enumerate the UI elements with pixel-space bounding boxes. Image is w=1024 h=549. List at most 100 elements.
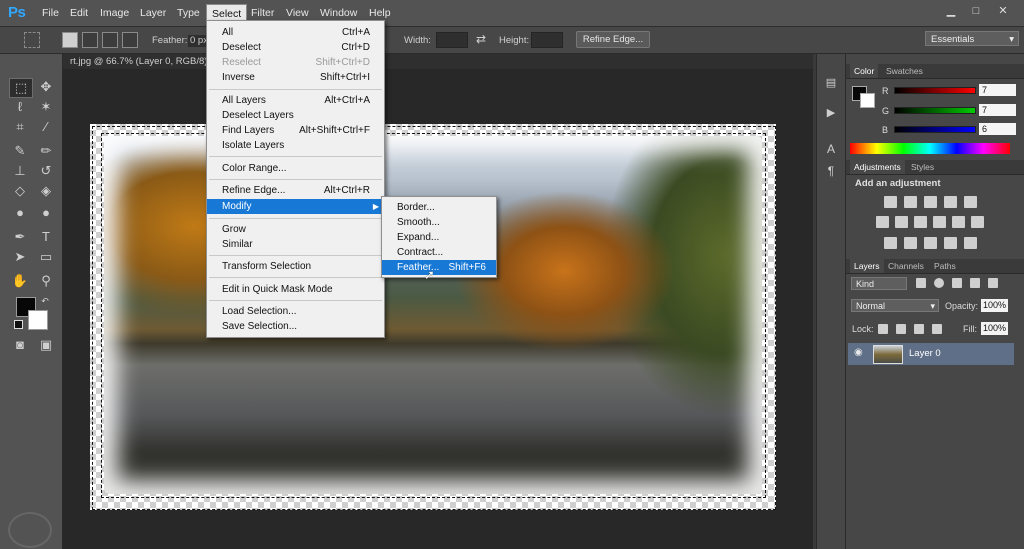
tab-swatches[interactable]: Swatches — [886, 66, 923, 76]
paragraph-panel-icon[interactable]: ¶ — [820, 162, 842, 180]
menu-item-modify[interactable]: Modify ▶ — [207, 199, 384, 214]
healing-brush-tool-icon[interactable]: ✎ — [9, 142, 31, 160]
swap-colors-icon[interactable]: ↶ — [34, 292, 56, 310]
b-value-input[interactable]: 6 — [979, 123, 1016, 135]
tab-adjustments[interactable]: Adjustments — [850, 160, 905, 174]
brush-tool-icon[interactable]: ✏ — [35, 142, 57, 160]
workspace-select[interactable]: Essentials ▾ — [925, 31, 1019, 46]
menu-item-all[interactable]: All Ctrl+A — [207, 25, 384, 40]
menu-window[interactable]: Window — [320, 7, 357, 19]
menu-filter[interactable]: Filter — [251, 7, 274, 19]
g-slider[interactable] — [894, 107, 976, 114]
menu-item-deselect[interactable]: Deselect Ctrl+D — [207, 40, 384, 55]
menu-layer[interactable]: Layer — [140, 7, 166, 19]
menu-item-load-selection[interactable]: Load Selection... — [207, 304, 384, 319]
menu-file[interactable]: File — [42, 7, 59, 19]
pen-tool-icon[interactable]: ✒ — [9, 228, 31, 246]
eyedropper-tool-icon[interactable]: ⁄ — [35, 118, 57, 136]
menu-edit[interactable]: Edit — [70, 7, 88, 19]
photo-filter-icon[interactable] — [933, 216, 946, 228]
layer-filter-kind[interactable]: Kind — [851, 277, 907, 290]
color-bg-swatch[interactable] — [860, 93, 875, 108]
color-lookup-icon[interactable] — [971, 216, 984, 228]
menu-view[interactable]: View — [286, 7, 309, 19]
lock-position-icon[interactable] — [914, 324, 924, 334]
rect-marquee-tool-icon[interactable]: ⬚ — [9, 78, 33, 98]
restore-icon[interactable]: □ — [966, 4, 986, 18]
tab-styles[interactable]: Styles — [911, 162, 934, 172]
submenu-item-smooth[interactable]: Smooth... — [382, 215, 496, 230]
threshold-icon[interactable] — [924, 237, 937, 249]
tab-paths[interactable]: Paths — [934, 261, 956, 271]
color-spectrum-ramp[interactable] — [850, 143, 1010, 154]
height-input[interactable] — [531, 32, 563, 48]
gradient-tool-icon[interactable]: ◈ — [35, 182, 57, 200]
eraser-tool-icon[interactable]: ◇ — [9, 182, 31, 200]
quick-mask-icon[interactable]: ◙ — [9, 336, 31, 354]
filter-shape-icon[interactable] — [970, 278, 980, 288]
character-panel-icon[interactable]: A — [820, 140, 842, 158]
crop-tool-icon[interactable]: ⌗ — [9, 118, 31, 136]
history-brush-tool-icon[interactable]: ↺ — [35, 162, 57, 180]
tab-color[interactable]: Color — [850, 64, 879, 78]
new-selection-icon[interactable] — [62, 32, 78, 48]
shape-tool-icon[interactable]: ▭ — [35, 248, 57, 266]
layer-row[interactable]: ◉ Layer 0 — [848, 343, 1014, 365]
selective-color-icon[interactable] — [944, 237, 957, 249]
g-value-input[interactable]: 7 — [979, 104, 1016, 116]
posterize-icon[interactable] — [904, 237, 917, 249]
blur-tool-icon[interactable]: ● — [9, 204, 31, 222]
history-panel-icon[interactable]: ▤ — [820, 74, 842, 92]
subtract-selection-icon[interactable] — [102, 32, 118, 48]
blend-mode-select[interactable]: Normal ▾ — [851, 299, 939, 312]
lock-all-icon[interactable] — [932, 324, 942, 334]
fill-input[interactable]: 100% — [981, 322, 1008, 335]
screen-mode-icon[interactable]: ▣ — [35, 336, 57, 354]
menu-type[interactable]: Type — [177, 7, 200, 19]
lock-image-icon[interactable] — [896, 324, 906, 334]
submenu-item-feather[interactable]: Feather... Shift+F6 — [382, 260, 496, 275]
zoom-tool-icon[interactable]: ⚲ — [35, 272, 57, 290]
menu-item-quick-mask[interactable]: Edit in Quick Mask Mode — [207, 282, 384, 297]
menu-item-all-layers[interactable]: All Layers Alt+Ctrl+A — [207, 93, 384, 108]
menu-item-find-layers[interactable]: Find Layers Alt+Shift+Ctrl+F — [207, 123, 384, 138]
eye-icon[interactable]: ◉ — [854, 347, 863, 358]
menu-item-refine-edge[interactable]: Refine Edge... Alt+Ctrl+R — [207, 183, 384, 198]
hue-saturation-icon[interactable] — [876, 216, 889, 228]
levels-icon[interactable] — [904, 196, 917, 208]
menu-item-transform-selection[interactable]: Transform Selection — [207, 259, 384, 274]
menu-item-similar[interactable]: Similar — [207, 237, 384, 252]
gradient-map-icon[interactable] — [964, 237, 977, 249]
invert-icon[interactable] — [884, 237, 897, 249]
menu-help[interactable]: Help — [369, 7, 391, 19]
filter-type-icon[interactable] — [952, 278, 962, 288]
width-input[interactable] — [436, 32, 468, 48]
r-slider[interactable] — [894, 87, 976, 94]
menu-item-save-selection[interactable]: Save Selection... — [207, 319, 384, 334]
color-balance-icon[interactable] — [895, 216, 908, 228]
dodge-tool-icon[interactable]: ● — [35, 204, 57, 222]
menu-item-color-range[interactable]: Color Range... — [207, 161, 384, 176]
tab-layers[interactable]: Layers — [850, 259, 884, 273]
type-tool-icon[interactable]: T — [35, 228, 57, 246]
refine-edge-button[interactable]: Refine Edge... — [576, 31, 650, 48]
vibrance-icon[interactable] — [964, 196, 977, 208]
hand-tool-icon[interactable]: ✋ — [9, 272, 31, 290]
minimize-icon[interactable]: ▁ — [941, 4, 961, 18]
tab-channels[interactable]: Channels — [888, 261, 924, 271]
intersect-selection-icon[interactable] — [122, 32, 138, 48]
curves-icon[interactable] — [924, 196, 937, 208]
black-white-icon[interactable] — [914, 216, 927, 228]
menu-item-deselect-layers[interactable]: Deselect Layers — [207, 108, 384, 123]
channel-mixer-icon[interactable] — [952, 216, 965, 228]
swap-icon[interactable]: ⇄ — [476, 32, 486, 46]
lock-transparent-icon[interactable] — [878, 324, 888, 334]
filter-smart-object-icon[interactable] — [988, 278, 998, 288]
default-colors-icon[interactable] — [14, 320, 23, 329]
filter-pixel-icon[interactable] — [916, 278, 926, 288]
submenu-item-expand[interactable]: Expand... — [382, 230, 496, 245]
move-tool-icon[interactable]: ✥ — [35, 78, 57, 96]
menu-item-isolate-layers[interactable]: Isolate Layers — [207, 138, 384, 153]
exposure-icon[interactable] — [944, 196, 957, 208]
marquee-preset-icon[interactable] — [24, 32, 40, 48]
